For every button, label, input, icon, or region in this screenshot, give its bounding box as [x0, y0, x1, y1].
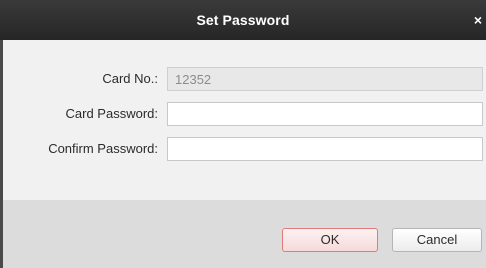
card-no-field — [167, 67, 483, 91]
set-password-dialog: Set Password × Card No.: Card Password: … — [0, 0, 486, 268]
confirm-password-label: Confirm Password: — [48, 141, 158, 156]
dialog-title: Set Password — [196, 12, 290, 28]
form-panel: Card No.: Card Password: Confirm Passwor… — [3, 40, 486, 200]
cancel-button[interactable]: Cancel — [392, 228, 482, 252]
dialog-footer: OK Cancel — [3, 200, 486, 268]
ok-button[interactable]: OK — [282, 228, 378, 252]
close-icon[interactable]: × — [472, 0, 484, 40]
card-no-label: Card No.: — [102, 71, 158, 86]
card-password-field[interactable] — [167, 102, 483, 126]
card-password-label: Card Password: — [65, 106, 158, 121]
confirm-password-field[interactable] — [167, 137, 483, 161]
dialog-titlebar[interactable]: Set Password × — [0, 0, 486, 40]
